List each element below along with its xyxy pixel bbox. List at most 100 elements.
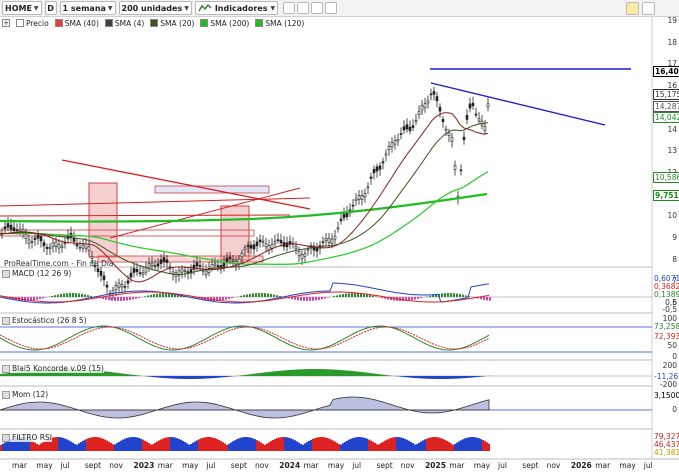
rsi-bar — [160, 439, 162, 451]
blai-bar — [180, 376, 182, 379]
rsi-bar — [156, 441, 158, 451]
rsi-bar — [384, 440, 386, 451]
blai-bar — [114, 372, 116, 376]
blai-bar — [336, 369, 338, 376]
macd-histogram-bar — [420, 297, 422, 299]
blai-bar — [320, 369, 322, 376]
rsi-bar — [476, 437, 478, 451]
blai-tag: -11,262 — [654, 372, 679, 381]
blai-bar — [240, 375, 242, 376]
rsi-bar — [96, 437, 98, 451]
macd-histogram-bar — [312, 297, 314, 301]
blai-bar — [132, 374, 134, 376]
price-chart[interactable] — [0, 0, 679, 473]
candle-body — [441, 119, 445, 123]
blai-bar — [452, 376, 454, 379]
blai-bar — [386, 375, 388, 376]
blai-bar — [172, 376, 174, 379]
candle-body — [360, 194, 364, 200]
rsi-bar — [484, 441, 486, 451]
blai-bar — [356, 371, 358, 376]
candle-body — [429, 93, 433, 96]
macd-title[interactable]: MACD (12 26 9) — [2, 269, 72, 278]
rsi-bar — [74, 444, 76, 451]
time-axis-label: may — [619, 461, 636, 470]
blai-bar — [124, 373, 126, 376]
rsi-bar — [154, 442, 156, 451]
blai-bar — [354, 371, 356, 376]
rsi-bar — [364, 437, 366, 451]
blai-bar — [382, 374, 384, 376]
blai-bar — [322, 369, 324, 376]
macd-histogram-bar — [432, 294, 434, 297]
blai-bar — [456, 376, 458, 379]
rsi-bar — [56, 437, 58, 451]
macd-histogram-bar — [264, 293, 266, 297]
macd-histogram-bar — [111, 297, 113, 301]
blai-axis-low: -200 — [659, 380, 677, 389]
rsi-bar — [148, 443, 150, 451]
macd-histogram-bar — [81, 293, 83, 297]
blai-bar — [478, 376, 480, 377]
time-axis-label: sept — [84, 461, 102, 470]
candle-body — [150, 262, 154, 267]
time-axis-label: 2025 — [425, 461, 446, 470]
rsi-bar — [78, 443, 80, 451]
rsi-bar — [348, 439, 350, 451]
rsi-bar — [232, 441, 234, 451]
stoch-title[interactable]: Estocástico (26 8 5) — [2, 316, 87, 325]
candle-body — [438, 106, 442, 112]
blai-bar — [388, 375, 390, 376]
rsi-bar — [358, 437, 360, 451]
mom-title[interactable]: Mom (12) — [2, 390, 49, 399]
candle-body — [165, 259, 169, 263]
blai-bar — [160, 376, 162, 378]
rsi-title[interactable]: FILTRO RSI — [2, 433, 52, 442]
blai-bar — [270, 371, 272, 376]
blai-bar — [474, 376, 476, 378]
blai-bar — [372, 373, 374, 376]
blai-bar — [414, 376, 416, 378]
rsi-bar — [412, 443, 414, 451]
blai-bar — [152, 376, 154, 378]
macd-histogram-bar — [306, 297, 308, 301]
rsi-bar — [230, 442, 232, 451]
macd-histogram-bar — [252, 293, 254, 297]
macd-histogram-bar — [357, 293, 359, 297]
macd-histogram-bar — [222, 297, 224, 301]
candle-body — [117, 282, 121, 288]
blai-bar — [430, 376, 432, 379]
rsi-bar — [54, 437, 56, 451]
candle-body — [180, 268, 184, 273]
rsi-bar — [486, 442, 488, 451]
candle-body — [246, 245, 250, 247]
macd-histogram-bar — [276, 295, 278, 297]
candle-body — [378, 165, 382, 170]
rsi-bar — [404, 438, 406, 451]
rsi-bar — [474, 437, 476, 451]
macd-histogram-bar — [69, 293, 71, 297]
rsi-bar — [82, 440, 84, 451]
blai-bar — [148, 376, 150, 377]
rsi-bar — [238, 438, 240, 451]
candle-body — [249, 244, 253, 249]
macd-histogram-bar — [372, 295, 374, 297]
rsi-bar — [52, 437, 54, 451]
rsi-bar — [130, 437, 132, 451]
blai-bar — [284, 370, 286, 376]
blai-bar — [258, 373, 260, 376]
blai-title[interactable]: Blai5 Koncorde v.09 (15) — [2, 364, 104, 373]
blai-bar — [338, 369, 340, 376]
rsi-bar — [106, 440, 108, 451]
blai-bar — [166, 376, 168, 379]
blai-bar — [404, 376, 406, 378]
rsi-bar — [102, 438, 104, 451]
blai-bar — [288, 370, 290, 376]
candle-body — [57, 244, 61, 249]
macd-histogram-bar — [414, 297, 416, 300]
candle-body — [153, 264, 157, 267]
rsi-bar — [266, 443, 268, 451]
rsi-bar — [380, 443, 382, 451]
candle-body — [141, 271, 145, 276]
rsi-bar — [236, 439, 238, 451]
